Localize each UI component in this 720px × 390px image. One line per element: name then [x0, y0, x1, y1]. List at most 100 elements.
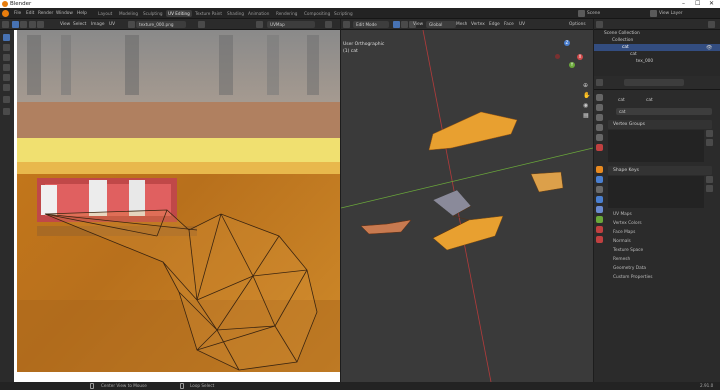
navigation-gizmo[interactable]: Z X Y	[549, 40, 585, 76]
cursor-tool-icon[interactable]	[3, 44, 10, 51]
properties-search[interactable]	[624, 79, 684, 86]
sticky-select-icon[interactable]	[20, 21, 27, 28]
tab-uv-editing[interactable]: UV Editing	[166, 10, 192, 17]
outliner-object-row[interactable]	[594, 44, 720, 51]
tab-scripting[interactable]: Scripting	[332, 10, 355, 17]
menu-edit[interactable]: Edit	[26, 11, 34, 16]
gizmo-x-axis[interactable]: X	[577, 54, 583, 60]
edge-select-icon[interactable]	[401, 21, 408, 28]
outliner-filter-icon[interactable]	[708, 21, 715, 28]
panel-face-maps[interactable]: Face Maps	[608, 229, 712, 237]
panel-remesh[interactable]: Remesh	[608, 256, 712, 264]
visibility-eye-icon[interactable]: 👁	[706, 45, 712, 51]
outliner-material[interactable]: tex_000	[636, 59, 653, 64]
uv-sync-icon[interactable]	[29, 21, 36, 28]
viewport-grid-icon[interactable]: ▦	[583, 112, 589, 119]
vertex-groups-panel-header[interactable]: Vertex Groups	[608, 120, 712, 129]
minimize-icon[interactable]: –	[682, 0, 685, 7]
gizmo-z-axis[interactable]: Z	[564, 40, 570, 46]
orientation-selector[interactable]: Global	[426, 21, 456, 28]
mode-selector[interactable]: Edit Mode	[353, 21, 389, 28]
viewport-camera-icon[interactable]: ◉	[583, 102, 588, 109]
tool-tab-icon[interactable]	[596, 94, 603, 101]
tab-compositing[interactable]: Compositing	[302, 10, 332, 17]
uv-menu-uv[interactable]: UV	[109, 22, 115, 27]
gizmo-neg-x[interactable]	[555, 54, 560, 59]
menu-file[interactable]: File	[14, 11, 21, 16]
outliner-mesh-cat[interactable]: cat	[630, 52, 637, 57]
vertex-group-add-icon[interactable]	[706, 130, 713, 137]
outliner-type-icon[interactable]	[596, 21, 603, 28]
output-tab-icon[interactable]	[596, 114, 603, 121]
grab-tool-icon[interactable]	[3, 108, 10, 115]
vertex-group-remove-icon[interactable]	[706, 139, 713, 146]
tab-rendering[interactable]: Rendering	[274, 10, 299, 17]
panel-vertex-colors[interactable]: Vertex Colors	[608, 220, 712, 228]
image-browse-icon[interactable]	[128, 21, 135, 28]
view-layer-selector[interactable]: View Layer	[659, 11, 683, 16]
tab-modeling[interactable]: Modeling	[117, 10, 140, 17]
image-name-field[interactable]: texture_000.png	[136, 21, 186, 28]
uv-menu-view[interactable]: View	[60, 22, 70, 27]
uv-overlay-icon[interactable]	[325, 21, 332, 28]
uv-menu-image[interactable]: Image	[91, 22, 104, 27]
vp-menu-vertex[interactable]: Vertex	[471, 22, 485, 27]
tab-texture-paint[interactable]: Texture Paint	[193, 10, 224, 17]
transform-tool-icon[interactable]	[3, 84, 10, 91]
vp-menu-edge[interactable]: Edge	[489, 22, 500, 27]
render-tab-icon[interactable]	[596, 104, 603, 111]
gizmo-y-axis[interactable]: Y	[569, 62, 575, 68]
editor-type-icon[interactable]	[2, 21, 9, 28]
menu-render[interactable]: Render	[38, 11, 53, 16]
object-tab-icon[interactable]	[596, 166, 603, 173]
vp-menu-view[interactable]: View	[413, 22, 423, 27]
maximize-icon[interactable]: ☐	[695, 0, 700, 7]
vertex-groups-list[interactable]	[608, 130, 704, 162]
viewport-pan-icon[interactable]: ✋	[583, 92, 590, 99]
tab-shading[interactable]: Shading	[225, 10, 246, 17]
menu-window[interactable]: Window	[56, 11, 73, 16]
annotate-tool-icon[interactable]	[3, 96, 10, 103]
data-tab-icon[interactable]	[596, 216, 603, 223]
menu-help[interactable]: Help	[77, 11, 87, 16]
tab-animation[interactable]: Animation	[246, 10, 271, 17]
constraints-tab-icon[interactable]	[596, 206, 603, 213]
image-close-icon[interactable]	[198, 21, 205, 28]
uv-vertex-icon[interactable]	[37, 21, 44, 28]
shape-key-add-icon[interactable]	[706, 176, 713, 183]
outliner-collection[interactable]: Collection	[612, 38, 633, 43]
viewport-zoom-icon[interactable]: ⊕	[583, 82, 588, 89]
physics-tab-icon[interactable]	[596, 196, 603, 203]
close-icon[interactable]: ✕	[709, 0, 714, 7]
world-tab-icon[interactable]	[596, 144, 603, 151]
options-button[interactable]: Options	[569, 22, 586, 27]
scale-tool-icon[interactable]	[3, 74, 10, 81]
texture-tab-icon[interactable]	[596, 236, 603, 243]
shape-key-remove-icon[interactable]	[706, 185, 713, 192]
view-layer-tab-icon[interactable]	[596, 124, 603, 131]
rotate-tool-icon[interactable]	[3, 64, 10, 71]
properties-type-icon[interactable]	[596, 79, 603, 86]
scene-tab-icon[interactable]	[596, 134, 603, 141]
select-mode-icon[interactable]	[12, 21, 19, 28]
mesh-data-name-field[interactable]: cat	[616, 108, 712, 115]
vp-menu-face[interactable]: Face	[504, 22, 514, 27]
outliner-scene-collection[interactable]: Scene Collection	[604, 31, 640, 36]
panel-geometry-data[interactable]: Geometry Data	[608, 265, 712, 273]
uv-menu-select[interactable]: Select	[73, 22, 86, 27]
panel-normals[interactable]: Normals	[608, 238, 712, 246]
modifier-tab-icon[interactable]	[596, 176, 603, 183]
uvmap-selector[interactable]: UVMap	[267, 21, 315, 28]
vertex-select-icon[interactable]	[393, 21, 400, 28]
vp-menu-uv[interactable]: UV	[519, 22, 525, 27]
material-tab-icon[interactable]	[596, 226, 603, 233]
scene-selector[interactable]: Scene	[587, 11, 600, 16]
tab-layout[interactable]: Layout	[96, 10, 114, 17]
3d-viewport[interactable]: User Orthographic (1) cat Z X Y ⊕ ✋ ◉ ▦	[340, 29, 594, 383]
panel-texture-space[interactable]: Texture Space	[608, 247, 712, 255]
tweak-tool-icon[interactable]	[3, 34, 10, 41]
shape-keys-list[interactable]	[608, 176, 704, 208]
tab-sculpting[interactable]: Sculpting	[141, 10, 165, 17]
shape-keys-panel-header[interactable]: Shape Keys	[608, 166, 712, 175]
blender-menu-icon[interactable]	[2, 10, 9, 17]
